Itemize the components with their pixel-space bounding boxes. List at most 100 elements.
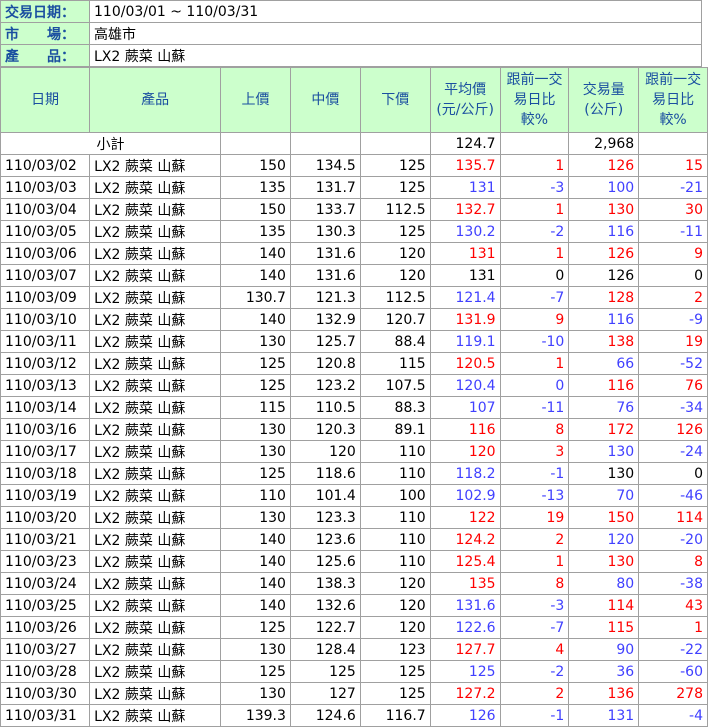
table-row: 110/03/20 LX2 蕨菜 山蘇 130 123.3 110 122 19 150 114 [0,506,708,529]
cell-volume: 120 [568,528,640,551]
cell-product: LX2 蕨菜 山蘇 [89,440,222,463]
cell-product: LX2 蕨菜 山蘇 [89,242,222,265]
cell-product: LX2 蕨菜 山蘇 [89,396,222,419]
cell-volume: 66 [568,352,640,375]
cell-high: 130 [220,440,291,463]
cell-low: 125 [359,176,431,199]
table-row: 110/03/23 LX2 蕨菜 山蘇 140 125.6 110 125.4 1 130 8 [0,550,708,573]
table-row: 110/03/13 LX2 蕨菜 山蘇 125 123.2 107.5 120.4 0 116… [0,374,708,397]
cell-avg-pct: -1 [499,462,570,485]
cell-date: 110/03/12 [0,352,91,375]
cell-product: LX2 蕨菜 山蘇 [89,418,222,441]
cell-product: LX2 蕨菜 山蘇 [89,616,222,639]
cell-avg: 122.6 [429,616,501,639]
cell-date: 110/03/07 [0,264,91,287]
cell-high: 135 [220,176,291,199]
cell-date: 110/03/03 [0,176,91,199]
cell-avg-pct: -10 [499,330,570,353]
cell-avg-pct: -11 [499,396,570,419]
cell-date: 110/03/04 [0,198,91,221]
col-header-volume-pct: 跟前一交易日比較% [638,67,708,133]
info-label: 產 品： [0,44,90,67]
cell-volume: 130 [568,462,640,485]
col-header-low: 下價 [359,67,431,133]
cell-date: 110/03/27 [0,638,91,661]
cell-volume: 90 [568,638,640,661]
table-row: 110/03/17 LX2 蕨菜 山蘇 130 120 110 120 3 130 -24 [0,440,708,463]
cell-low: 115 [359,352,431,375]
cell-high: 140 [220,264,291,287]
cell-product: LX2 蕨菜 山蘇 [89,220,222,243]
cell-volume-pct: -4 [638,704,708,727]
table-row: 110/03/05 LX2 蕨菜 山蘇 135 130.3 125 130.2 -2 116-… [0,220,708,243]
cell-mid: 124.6 [289,704,361,727]
cell-date: 110/03/02 [0,154,91,177]
table-row: 110/03/14 LX2 蕨菜 山蘇 115 110.5 88.3 107 -11 76 -3… [0,396,708,419]
cell-mid: 125.7 [289,330,361,353]
table-row: 110/03/12 LX2 蕨菜 山蘇 125 120.8 115 120.5 1 66 -52 [0,352,708,375]
cell-volume-pct: -34 [638,396,708,419]
cell-volume-pct: 114 [638,506,708,529]
cell-volume: 114 [568,594,640,617]
cell-high: 125 [220,374,291,397]
cell-low: 110 [359,440,431,463]
col-header-avg-pct: 跟前一交易日比較% [499,67,570,133]
info-value: LX2 蕨菜 山蘇 [89,44,702,67]
cell-high: 130 [220,418,291,441]
cell-avg: 120.4 [429,374,501,397]
cell-high: 110 [220,484,291,507]
cell-avg-pct: 19 [499,506,570,529]
cell-low: 89.1 [359,418,431,441]
subtotal-empty [359,132,431,155]
cell-volume-pct: 15 [638,154,708,177]
table-row: 110/03/11 LX2 蕨菜 山蘇 130 125.7 88.4 119.1 -10 13… [0,330,708,353]
cell-volume: 116 [568,220,640,243]
cell-volume-pct: -60 [638,660,708,683]
cell-low: 125 [359,220,431,243]
cell-high: 130 [220,682,291,705]
cell-avg-pct: 1 [499,550,570,573]
cell-avg-pct: -3 [499,594,570,617]
cell-date: 110/03/09 [0,286,91,309]
cell-volume-pct: -11 [638,220,708,243]
info-value: 110/03/01 ~ 110/03/31 [89,0,702,23]
cell-high: 125 [220,616,291,639]
cell-date: 110/03/11 [0,330,91,353]
table-row: 110/03/21 LX2 蕨菜 山蘇 140 123.6 110 124.2 2 120 -2… [0,528,708,551]
cell-high: 115 [220,396,291,419]
cell-avg: 131.6 [429,594,501,617]
cell-avg-pct: -3 [499,176,570,199]
cell-date: 110/03/28 [0,660,91,683]
cell-volume-pct: 0 [638,264,708,287]
header-row: 日期 產品 上價 中價 下價 平均價(元/公斤) 跟前一交易日比較% 交易量(公… [0,67,708,133]
cell-mid: 120.8 [289,352,361,375]
query-info-table: 交易日期： 110/03/01 ~ 110/03/31 市 場： 高雄市產 品： LX2… [0,0,702,67]
cell-high: 135 [220,220,291,243]
cell-date: 110/03/30 [0,682,91,705]
subtotal-empty [638,132,708,155]
cell-date: 110/03/26 [0,616,91,639]
cell-product: LX2 蕨菜 山蘇 [89,704,222,727]
cell-low: 125 [359,682,431,705]
cell-mid: 120.3 [289,418,361,441]
table-row: 110/03/26 LX2 蕨菜 山蘇 125 122.7 120 122.6 -7 115 1 [0,616,708,639]
cell-volume: 36 [568,660,640,683]
cell-volume-pct: -20 [638,528,708,551]
table-row: 110/03/09 LX2 蕨菜 山蘇 130.7 121.3 112.5 121.4 -7… [0,286,708,309]
cell-high: 140 [220,242,291,265]
cell-avg-pct: 1 [499,154,570,177]
cell-product: LX2 蕨菜 山蘇 [89,462,222,485]
subtotal-empty [220,132,291,155]
cell-low: 110 [359,506,431,529]
cell-low: 110 [359,462,431,485]
cell-volume-pct: 19 [638,330,708,353]
cell-volume: 100 [568,176,640,199]
cell-high: 140 [220,594,291,617]
info-label: 交易日期： [0,0,90,23]
cell-volume-pct: 0 [638,462,708,485]
subtotal-avg: 124.7 [429,132,501,155]
cell-avg-pct: 2 [499,682,570,705]
cell-mid: 131.6 [289,242,361,265]
subtotal-empty [289,132,361,155]
cell-high: 140 [220,308,291,331]
